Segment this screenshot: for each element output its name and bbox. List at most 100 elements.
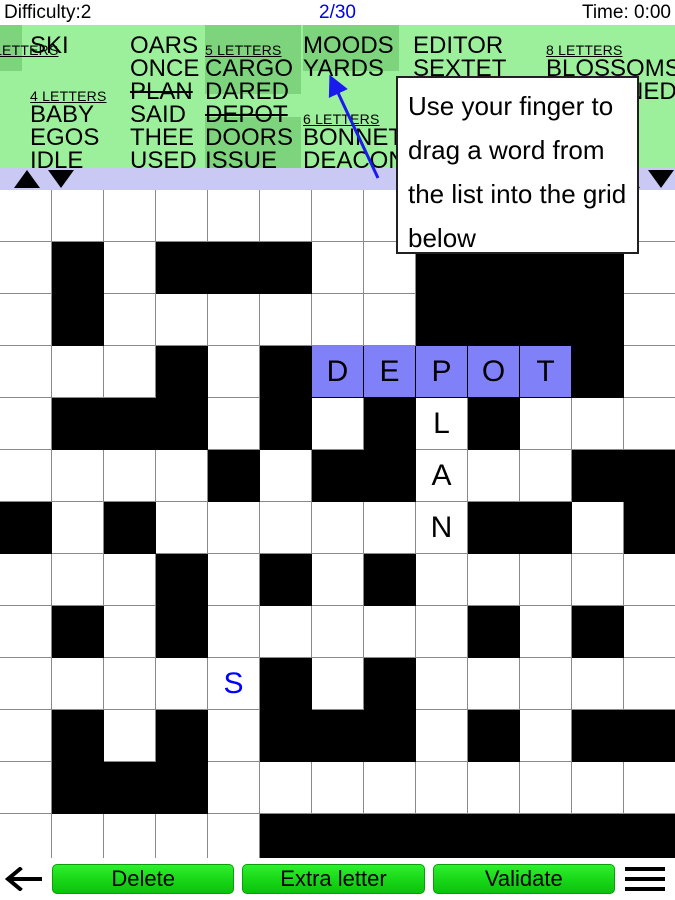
grid-cell[interactable] (208, 762, 260, 814)
extra-letter-button[interactable]: Extra letter (242, 864, 425, 894)
grid-cell-hint[interactable]: S (208, 658, 260, 710)
grid-cell[interactable] (104, 554, 156, 606)
grid-cell[interactable] (208, 398, 260, 450)
grid-cell[interactable] (312, 606, 364, 658)
grid-cell[interactable] (208, 554, 260, 606)
grid-cell[interactable] (624, 658, 675, 710)
grid-cell[interactable] (572, 502, 624, 554)
grid-cell[interactable] (208, 710, 260, 762)
grid-cell[interactable] (520, 762, 572, 814)
grid-cell[interactable] (156, 190, 208, 242)
grid-cell[interactable] (0, 658, 52, 710)
word-list-item[interactable]: DOORS (205, 126, 301, 150)
grid-cell[interactable] (520, 658, 572, 710)
grid-cell[interactable] (468, 450, 520, 502)
grid-cell-selected[interactable]: T (520, 346, 572, 398)
grid-cell[interactable] (208, 502, 260, 554)
grid-cell[interactable] (312, 294, 364, 346)
word-list-item[interactable]: DEACON (303, 149, 406, 169)
grid-cell[interactable] (104, 658, 156, 710)
grid-cell[interactable] (416, 658, 468, 710)
grid-cell[interactable] (156, 450, 208, 502)
grid-cell[interactable] (208, 346, 260, 398)
grid-cell[interactable] (520, 554, 572, 606)
grid-cell[interactable] (0, 398, 52, 450)
grid-cell[interactable] (260, 294, 312, 346)
grid-cell[interactable] (572, 554, 624, 606)
word-list-item-used[interactable]: DEPOT (205, 103, 301, 127)
word-list-item[interactable]: OARS (130, 34, 204, 58)
grid-cell[interactable] (260, 190, 312, 242)
grid-cell[interactable] (520, 606, 572, 658)
word-list-item[interactable]: CARGO (205, 57, 301, 81)
word-list-item[interactable]: BABY (30, 103, 126, 127)
grid-cell[interactable] (364, 762, 416, 814)
grid-cell[interactable] (364, 502, 416, 554)
grid-cell[interactable] (0, 606, 52, 658)
word-list-item[interactable]: EDITOR (413, 34, 523, 58)
word-list-item[interactable]: USED (130, 149, 204, 169)
word-list-item[interactable]: ISSUE (205, 149, 301, 169)
scroll-down-arrow-right[interactable] (648, 170, 674, 188)
word-list-item[interactable]: ONCE (130, 57, 204, 81)
grid-cell[interactable] (208, 190, 260, 242)
grid-cell[interactable] (52, 346, 104, 398)
grid-cell[interactable] (260, 762, 312, 814)
word-list-item[interactable]: EGOS (30, 126, 126, 150)
word-list-item-used[interactable]: PLAN (130, 80, 204, 104)
grid-cell[interactable] (312, 554, 364, 606)
grid-cell[interactable] (156, 294, 208, 346)
grid-cell[interactable] (312, 762, 364, 814)
word-list-item[interactable]: SKI (30, 34, 126, 58)
grid-cell[interactable] (0, 242, 52, 294)
word-list-item[interactable]: BONNET (303, 126, 403, 150)
grid-cell[interactable] (312, 242, 364, 294)
grid-cell[interactable] (104, 450, 156, 502)
grid-cell[interactable] (156, 658, 208, 710)
grid-cell[interactable] (364, 606, 416, 658)
word-list-item[interactable]: DARED (205, 80, 301, 104)
grid-cell[interactable] (0, 450, 52, 502)
grid-cell[interactable] (624, 398, 675, 450)
grid-cell[interactable] (520, 710, 572, 762)
grid-cell-filled[interactable]: N (416, 502, 468, 554)
scroll-up-arrow-left[interactable] (14, 170, 40, 188)
grid-cell-filled[interactable]: A (416, 450, 468, 502)
grid-cell[interactable] (572, 762, 624, 814)
grid-cell[interactable] (208, 294, 260, 346)
grid-cell[interactable] (312, 658, 364, 710)
grid-cell[interactable] (416, 606, 468, 658)
grid-cell[interactable] (624, 554, 675, 606)
word-list-item[interactable]: THEE (130, 126, 204, 150)
grid-cell[interactable] (468, 554, 520, 606)
grid-cell[interactable] (312, 502, 364, 554)
grid-cell[interactable] (52, 502, 104, 554)
grid-cell[interactable] (260, 450, 312, 502)
word-list-item[interactable]: YARDS (303, 57, 399, 81)
grid-cell-selected[interactable]: O (468, 346, 520, 398)
grid-cell-filled[interactable]: L (416, 398, 468, 450)
delete-button[interactable]: Delete (52, 864, 235, 894)
back-arrow-icon[interactable] (0, 867, 48, 891)
grid-cell[interactable] (624, 346, 675, 398)
grid-cell[interactable] (364, 294, 416, 346)
grid-cell[interactable] (468, 762, 520, 814)
grid-cell[interactable] (416, 710, 468, 762)
grid-cell[interactable] (572, 658, 624, 710)
grid-cell[interactable] (260, 502, 312, 554)
grid-cell[interactable] (0, 294, 52, 346)
grid-cell[interactable] (104, 242, 156, 294)
grid-cell[interactable] (104, 710, 156, 762)
grid-cell[interactable] (52, 190, 104, 242)
grid-cell[interactable] (52, 554, 104, 606)
grid-cell[interactable] (468, 658, 520, 710)
grid-cell[interactable] (520, 398, 572, 450)
word-list-item[interactable]: MOODS (303, 34, 399, 58)
grid-cell[interactable] (104, 294, 156, 346)
grid-cell[interactable] (260, 606, 312, 658)
grid-cell-selected[interactable]: E (364, 346, 416, 398)
crossword-grid[interactable]: DEPOTLAN S (0, 190, 675, 866)
scroll-down-arrow-left[interactable] (48, 170, 74, 188)
grid-cell[interactable] (52, 658, 104, 710)
grid-cell[interactable] (52, 450, 104, 502)
